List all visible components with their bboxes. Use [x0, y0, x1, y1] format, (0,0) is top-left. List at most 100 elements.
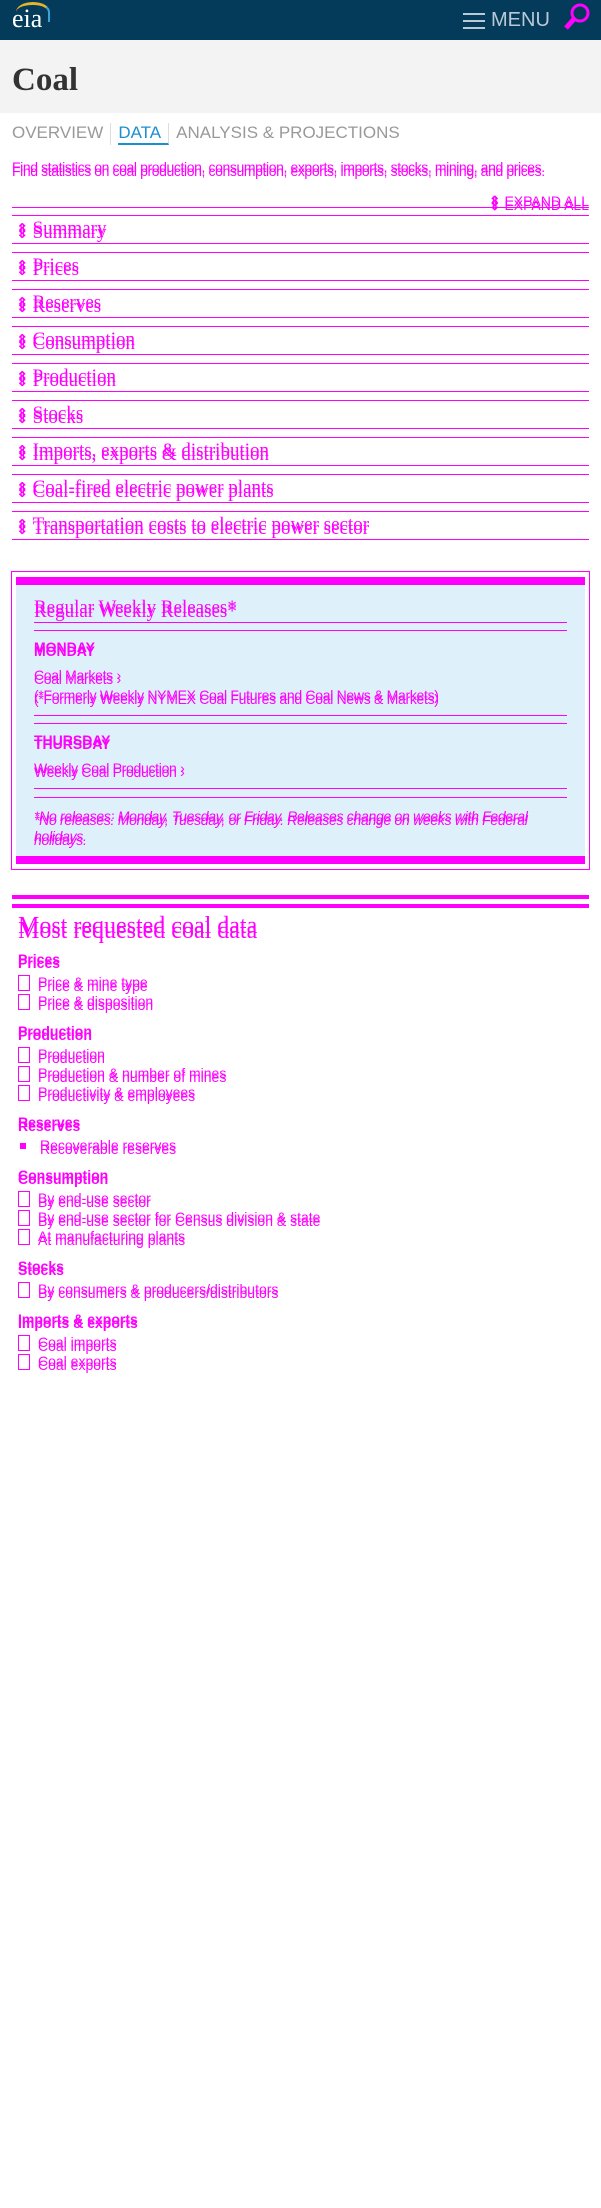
data-group: Reserves Recoverable reserves [18, 1114, 589, 1155]
data-link[interactable]: By consumers & producers/distributors [18, 1280, 589, 1299]
data-accordion: ⇕ Summary ⇕ Prices ⇕ Reserves ⇕ Consumption ⇕ Pro… [12, 215, 589, 548]
data-group: Stocks By consumers & producers/distribut… [18, 1258, 589, 1299]
title-band: Coal [0, 40, 601, 113]
accordion-label: Stocks [32, 403, 84, 424]
data-group: Consumption By end-use sector By end-use s… [18, 1167, 589, 1246]
accordion-item[interactable]: ⇕ Reserves [12, 289, 589, 318]
site-header: eia MENU [0, 0, 601, 40]
data-link-label: Recoverable reserves [40, 1137, 177, 1153]
coal-markets-link[interactable]: Coal Markets › [34, 665, 567, 685]
tab-analysis-projections[interactable]: ANALYSIS & PROJECTIONS [176, 123, 407, 145]
data-link-label: Coal exports [38, 1353, 117, 1369]
accordion-label: Coal-fired electric power plants [32, 477, 274, 498]
tab-overview[interactable]: OVERVIEW [12, 123, 112, 145]
most-requested-title: Most requested coal data [18, 913, 258, 939]
accordion-item[interactable]: ⇕ Stocks [12, 400, 589, 429]
group-heading: Consumption [18, 1167, 109, 1183]
spreadsheet-icon [18, 1281, 30, 1298]
weekly-footnote: *No releases: Monday, Tuesday, or Friday… [34, 797, 567, 846]
data-link-label: By consumers & producers/distributors [38, 1281, 279, 1297]
menu-button[interactable]: MENU [463, 9, 550, 32]
data-link[interactable]: Coal exports [18, 1352, 589, 1371]
expand-icon: ⇕ [16, 516, 29, 534]
data-link-label: Coal imports [38, 1334, 117, 1350]
spreadsheet-icon [18, 1228, 30, 1245]
data-link-label: Price & disposition [38, 993, 154, 1009]
spreadsheet-icon [18, 1065, 30, 1082]
divider [12, 207, 589, 208]
data-link[interactable]: Productivity & employees [18, 1083, 589, 1102]
accordion-label: Prices [32, 255, 80, 276]
weekly-releases-box: Regular Weekly Releases* MONDAY Coal Mar… [11, 571, 590, 870]
data-group: Production Production Production & number … [18, 1023, 589, 1102]
expand-icon: ⇕ [16, 257, 29, 275]
expand-icon: ⇕ [16, 479, 29, 497]
spreadsheet-icon [18, 1190, 30, 1207]
data-link[interactable]: Production [18, 1045, 589, 1064]
coal-markets-note: (*Formerly Weekly NYMEX Coal Futures and… [34, 687, 439, 703]
thursday-label: THURSDAY [34, 732, 111, 748]
menu-label: MENU [491, 9, 550, 31]
monday-label: MONDAY [34, 639, 95, 655]
expand-icon: ⇕ [16, 220, 29, 238]
group-heading: Imports & exports [18, 1311, 138, 1327]
spreadsheet-icon [18, 974, 30, 991]
tab-data[interactable]: DATA [118, 123, 170, 145]
data-link-label: By end-use sector [38, 1190, 151, 1206]
accordion-item[interactable]: ⇕ Transportation costs to electric power … [12, 511, 589, 540]
data-link[interactable]: Recoverable reserves [18, 1136, 589, 1155]
accordion-item[interactable]: ⇕ Imports, exports & distribution [12, 437, 589, 466]
accordion-item[interactable]: ⇕ Consumption [12, 326, 589, 355]
hamburger-icon [463, 12, 485, 29]
accordion-label: Imports, exports & distribution [32, 440, 270, 461]
expand-icon: ⇕ [16, 442, 29, 460]
data-link-label: Productivity & employees [38, 1084, 196, 1100]
data-link[interactable]: Production & number of mines [18, 1064, 589, 1083]
spreadsheet-icon [18, 1046, 30, 1063]
expand-icon: ⇕ [16, 368, 29, 386]
accordion-label: Production [32, 366, 116, 387]
data-link-label: Price & mine type [38, 974, 148, 990]
group-heading: Prices [18, 951, 61, 967]
data-group: Imports & exports Coal imports Coal export… [18, 1311, 589, 1371]
eia-logo[interactable]: eia [12, 2, 50, 34]
accordion-item[interactable]: ⇕ Summary [12, 215, 589, 244]
accordion-label: Transportation costs to electric power s… [32, 514, 370, 535]
most-requested-section: Most requested coal data Prices Price & m… [12, 895, 589, 1383]
data-link-label: Production [38, 1046, 105, 1062]
spreadsheet-icon [18, 993, 30, 1010]
accordion-item[interactable]: ⇕ Prices [12, 252, 589, 281]
spreadsheet-icon [18, 1084, 30, 1101]
accordion-label: Consumption [32, 329, 135, 350]
expand-icon: ⇕ [16, 294, 29, 312]
search-icon[interactable] [563, 2, 591, 32]
data-link-label: Production & number of mines [38, 1065, 227, 1081]
data-link[interactable]: Coal imports [18, 1333, 589, 1352]
accordion-item[interactable]: ⇕ Coal-fired electric power plants [12, 474, 589, 503]
group-heading: Reserves [18, 1114, 81, 1130]
page-description: Find statistics on coal production, cons… [12, 159, 545, 175]
section-tabs: OVERVIEW DATA ANALYSIS & PROJECTIONS [12, 123, 414, 145]
data-link-label: By end-use sector for Census division & … [38, 1209, 321, 1225]
spreadsheet-icon [18, 1334, 30, 1351]
data-link[interactable]: At manufacturing plants [18, 1227, 589, 1246]
divider [12, 904, 589, 908]
group-heading: Production [18, 1023, 92, 1039]
data-link[interactable]: By end-use sector for Census division & … [18, 1208, 589, 1227]
group-heading: Stocks [18, 1258, 64, 1274]
spreadsheet-icon [18, 1209, 30, 1226]
expand-icon: ⇕ [16, 331, 29, 349]
expand-icon: ⇕ [16, 405, 29, 423]
data-link-label: At manufacturing plants [38, 1228, 186, 1244]
divider [12, 895, 589, 899]
data-link[interactable]: Price & disposition [18, 992, 589, 1011]
weekly-coal-production-link[interactable]: Weekly Coal Production › [34, 758, 567, 778]
data-link[interactable]: Price & mine type [18, 973, 589, 992]
data-link[interactable]: By end-use sector [18, 1189, 589, 1208]
page-title: Coal [12, 62, 78, 98]
accordion-item[interactable]: ⇕ Production [12, 363, 589, 392]
bullet-icon [20, 1142, 26, 1149]
weekly-title: Regular Weekly Releases* [34, 597, 567, 623]
accordion-label: Summary [32, 218, 107, 239]
spreadsheet-icon [18, 1353, 30, 1370]
